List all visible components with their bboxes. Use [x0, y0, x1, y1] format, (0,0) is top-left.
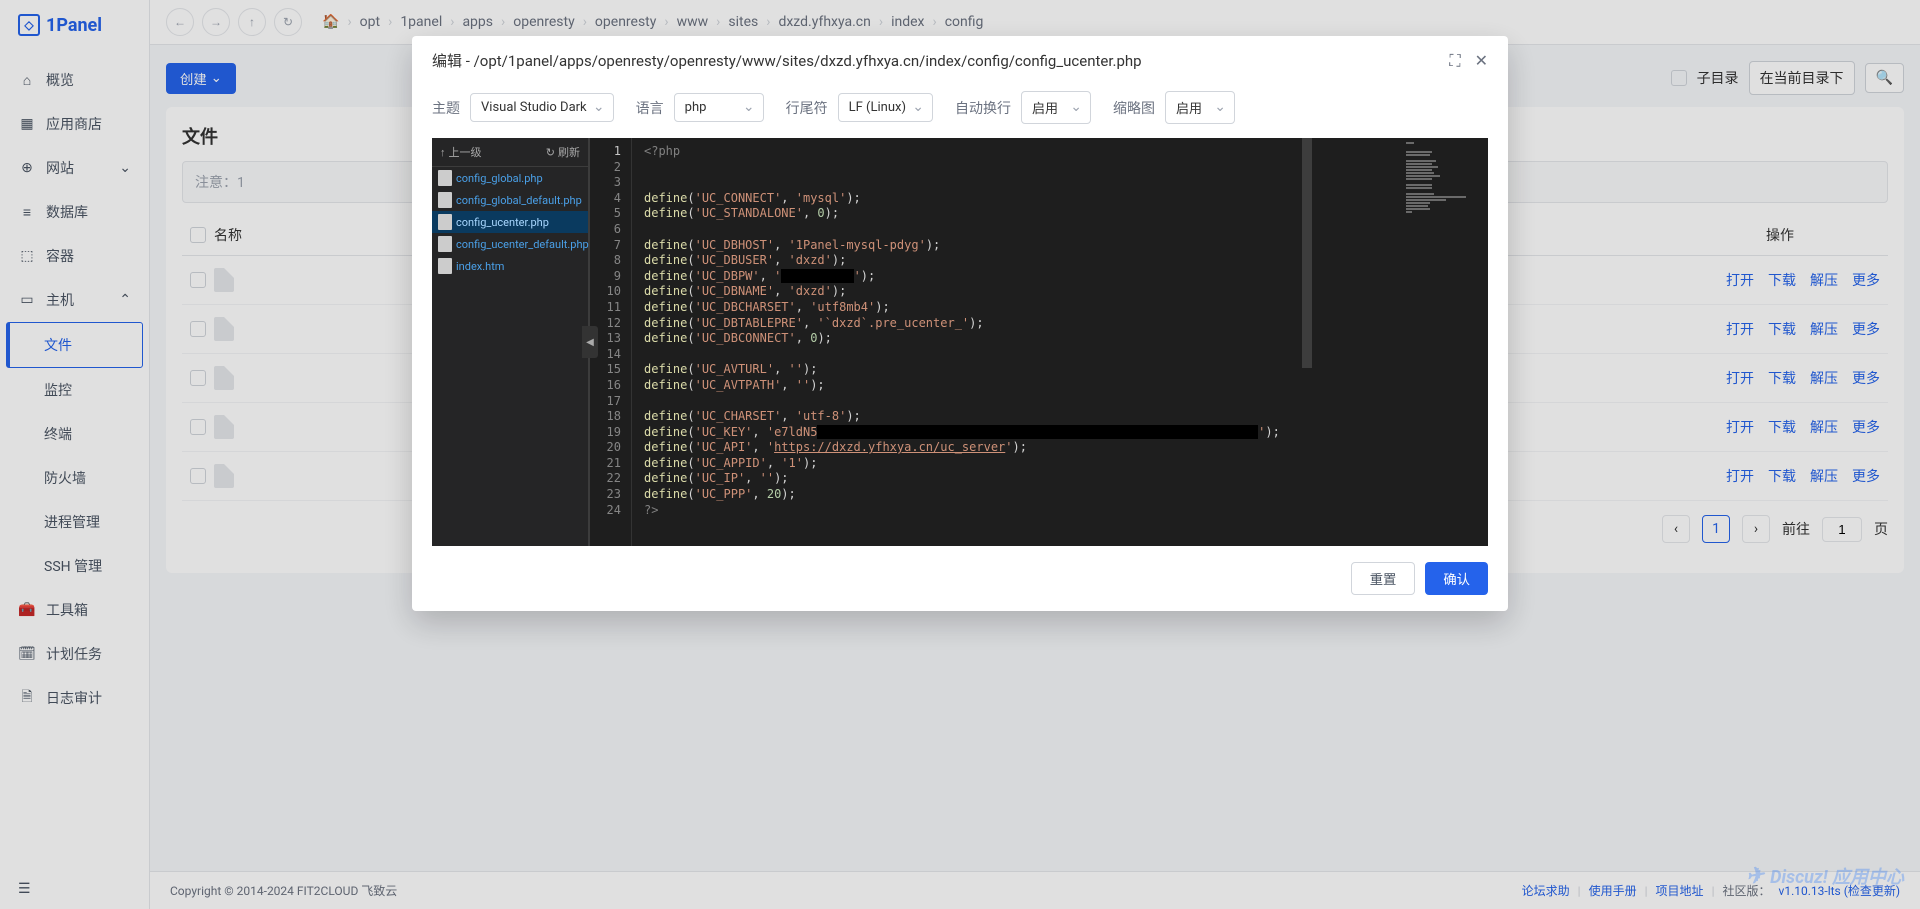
modal-header: 编辑 - /opt/1panel/apps/openresty/openrest… — [412, 36, 1508, 85]
modal-footer: 重置 确认 — [412, 546, 1508, 611]
tree-file-label: config_ucenter.php — [456, 216, 549, 229]
scrollbar-vertical[interactable] — [1300, 138, 1312, 546]
theme-label: 主题 — [432, 98, 460, 118]
tree-refresh-button[interactable]: ↻ 刷新 — [546, 144, 580, 160]
tree-file-item[interactable]: index.htm — [432, 255, 588, 277]
eol-label: 行尾符 — [786, 98, 828, 118]
minimap-label: 缩略图 — [1113, 98, 1155, 118]
reset-button[interactable]: 重置 — [1351, 562, 1416, 595]
minimap-select[interactable]: 启用 — [1165, 91, 1235, 124]
file-tree: ↑ 上一级 ↻ 刷新 config_global.php config_globa… — [432, 138, 590, 546]
tree-file-item[interactable]: config_ucenter_default.php — [432, 233, 588, 255]
tree-file-item[interactable]: config_global_default.php — [432, 189, 588, 211]
modal-controls: 主题 Visual Studio Dark 语言 php 行尾符 LF (Linux)… — [412, 85, 1508, 138]
tree-file-label: config_global_default.php — [456, 194, 582, 207]
minimap[interactable] — [1400, 138, 1488, 546]
editor-modal: 编辑 - /opt/1panel/apps/openresty/openrest… — [412, 36, 1508, 611]
wrap-select[interactable]: 启用 — [1021, 91, 1091, 124]
code-area[interactable]: <?php define('UC_CONNECT', 'mysql'); def… — [632, 138, 1400, 546]
modal-title: 编辑 - /opt/1panel/apps/openresty/openrest… — [432, 50, 1142, 71]
tree-file-label: config_global.php — [456, 172, 543, 185]
eol-select[interactable]: LF (Linux) — [838, 93, 933, 122]
wrap-label: 自动换行 — [955, 98, 1011, 118]
tree-file-label: config_ucenter_default.php — [456, 238, 589, 251]
tree-file-label: index.htm — [456, 260, 504, 273]
file-icon — [438, 214, 452, 230]
tree-collapse-handle[interactable]: ◀ — [582, 326, 598, 358]
file-icon — [438, 236, 452, 252]
confirm-button[interactable]: 确认 — [1425, 562, 1488, 595]
editor: ↑ 上一级 ↻ 刷新 config_global.php config_globa… — [432, 138, 1488, 546]
tree-up-button[interactable]: ↑ 上一级 — [440, 144, 482, 160]
modal-overlay: 编辑 - /opt/1panel/apps/openresty/openrest… — [0, 0, 1920, 909]
tree-file-item[interactable]: config_ucenter.php — [432, 211, 588, 233]
theme-select[interactable]: Visual Studio Dark — [470, 93, 614, 122]
tree-file-item[interactable]: config_global.php — [432, 167, 588, 189]
close-icon[interactable]: ✕ — [1475, 51, 1488, 71]
file-icon — [438, 192, 452, 208]
fullscreen-icon[interactable]: ⛶ — [1449, 51, 1460, 71]
lang-label: 语言 — [636, 98, 664, 118]
file-icon — [438, 170, 452, 186]
lang-select[interactable]: php — [674, 93, 764, 122]
file-icon — [438, 258, 452, 274]
